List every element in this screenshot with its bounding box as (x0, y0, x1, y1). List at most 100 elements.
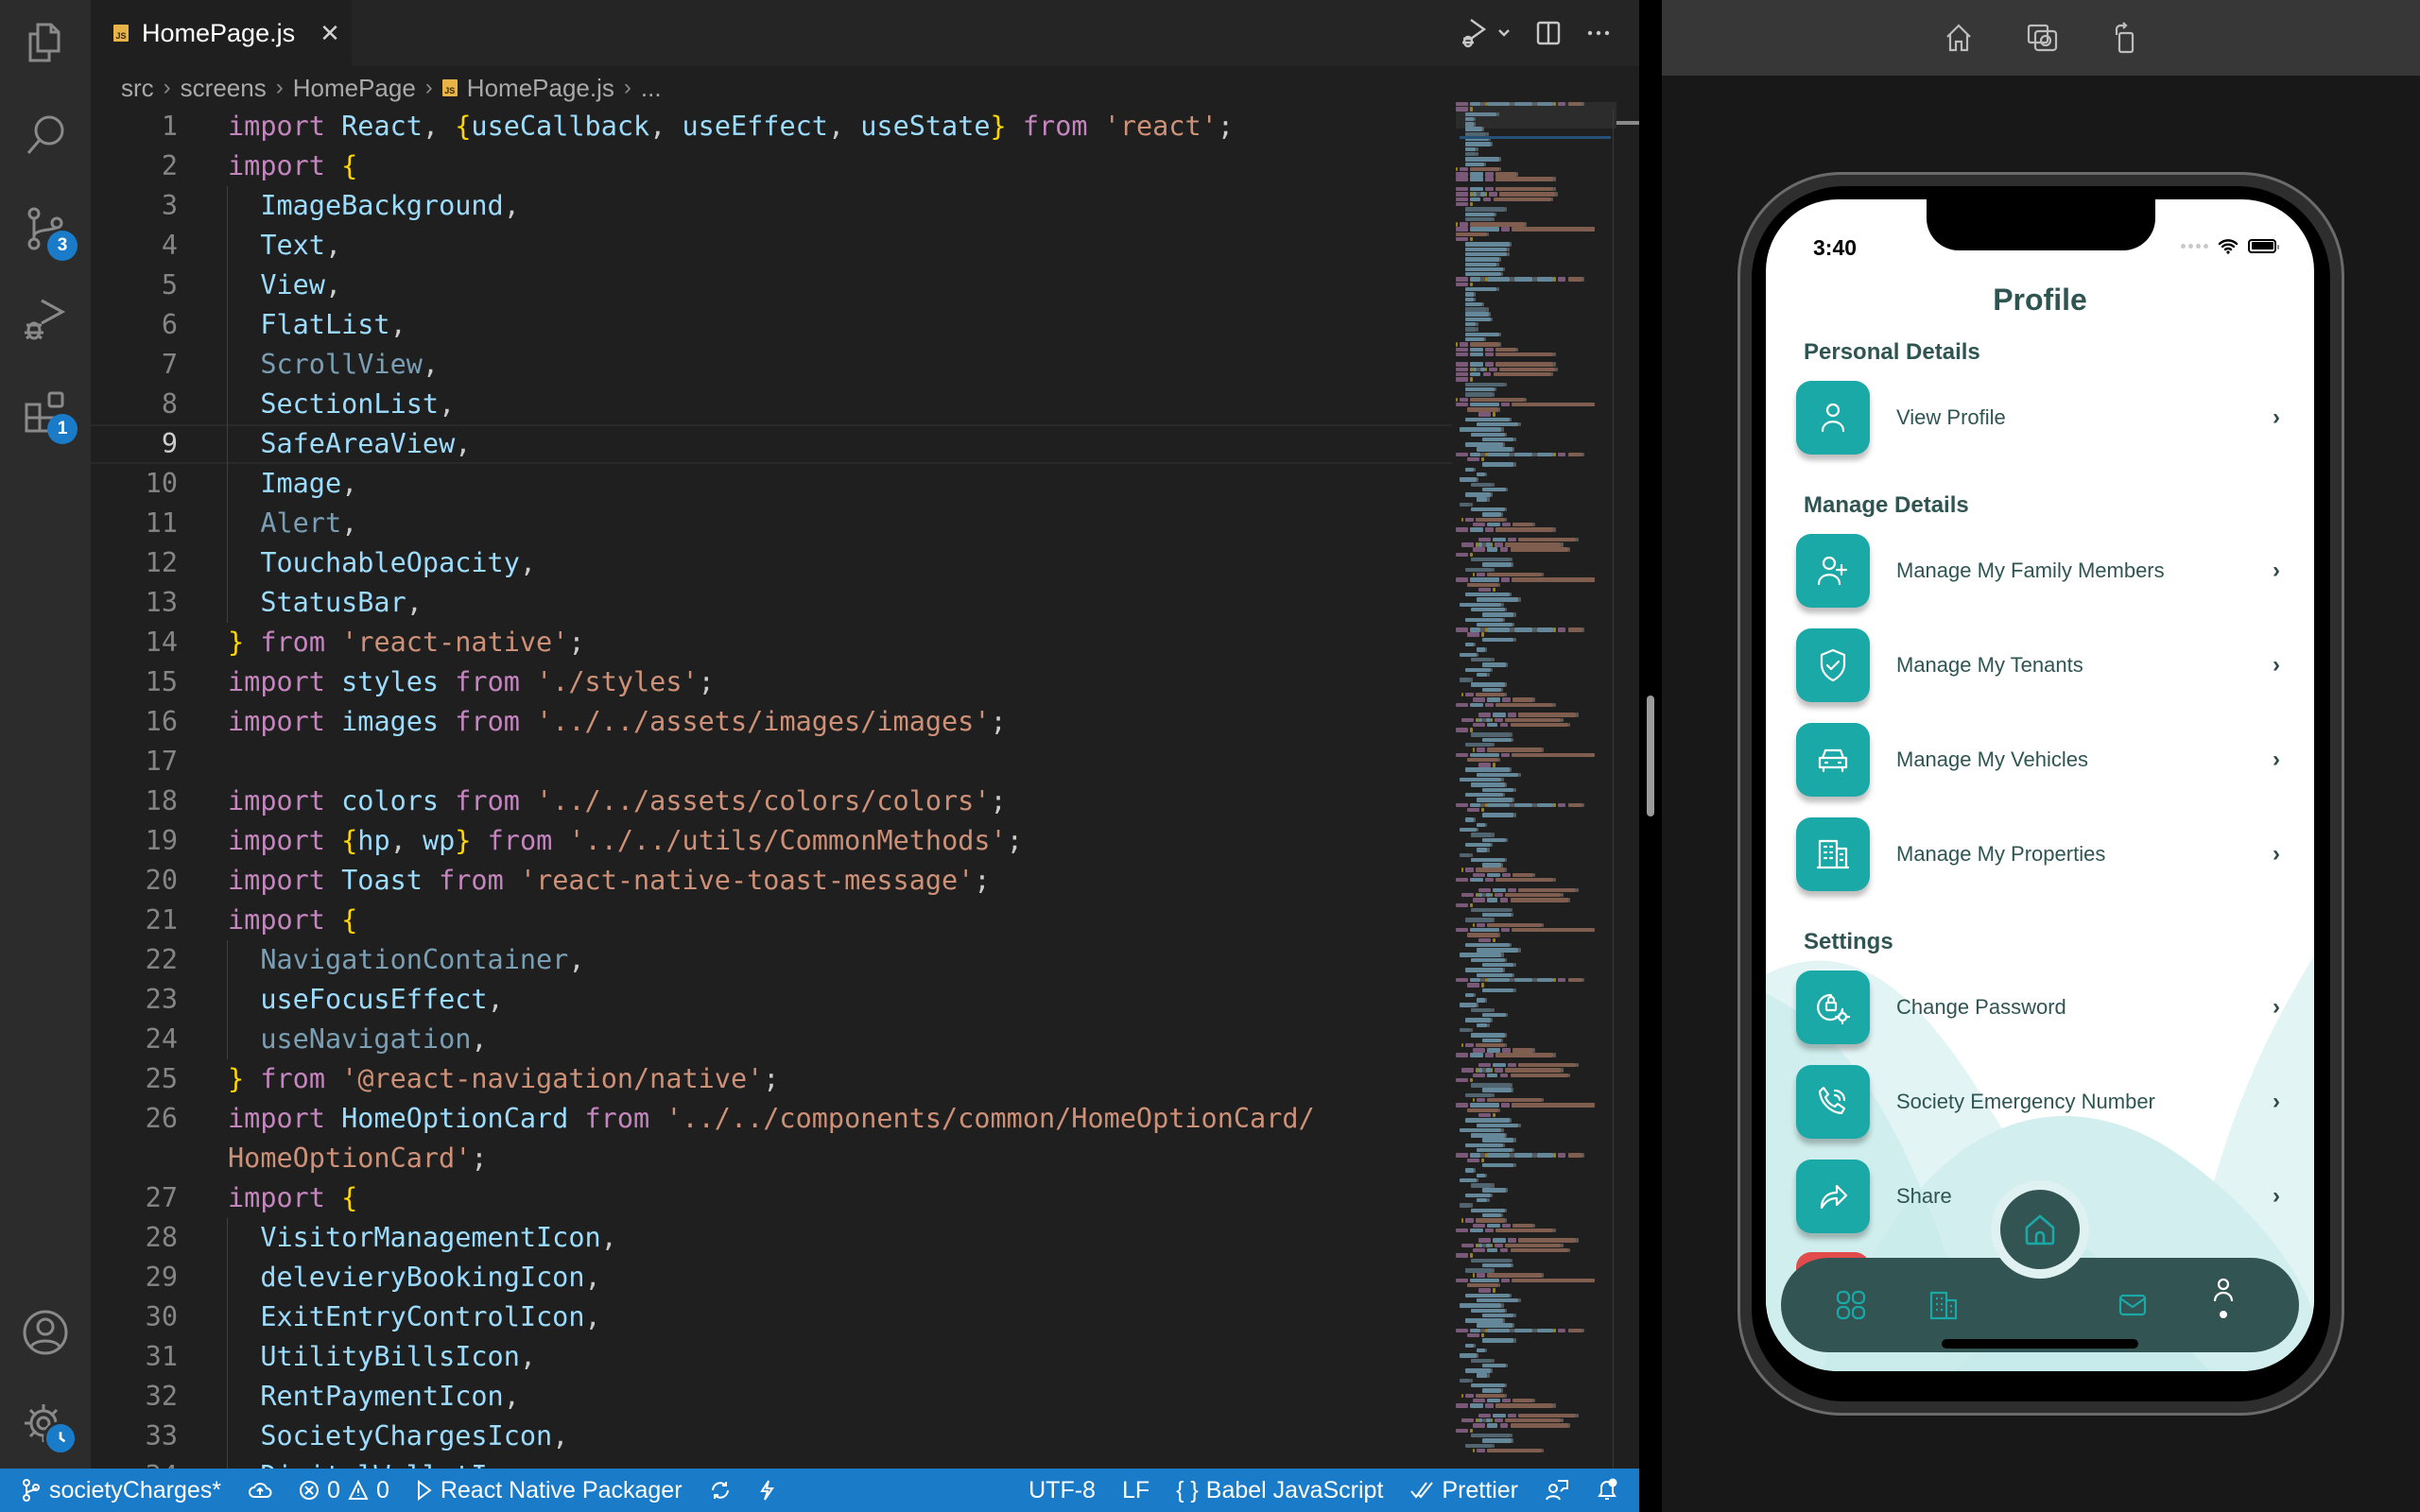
line-number[interactable]: 14 (91, 623, 178, 662)
code-editor[interactable]: 1 import React, {useCallback, useEffect, … (91, 107, 1452, 1469)
line-number[interactable]: 5 (91, 266, 178, 305)
screenshot-icon[interactable] (2026, 22, 2060, 54)
code-line[interactable]: 10 Image, (91, 464, 1452, 504)
code-line[interactable]: 6 FlatList, (91, 305, 1452, 345)
home-indicator[interactable] (1942, 1339, 2138, 1349)
line-number[interactable]: 25 (91, 1059, 178, 1099)
explorer-button[interactable] (17, 15, 74, 72)
code-line[interactable]: 3 ImageBackground, (91, 186, 1452, 226)
lightning-status[interactable] (745, 1469, 788, 1512)
language-status[interactable]: { } Babel JavaScript (1163, 1469, 1396, 1512)
breadcrumb-symbols[interactable]: ... (641, 74, 662, 103)
line-number[interactable]: 17 (91, 742, 178, 782)
line-number[interactable]: 22 (91, 940, 178, 980)
problems-status[interactable]: 0 0 (285, 1469, 403, 1512)
line-number[interactable]: 26 (91, 1099, 178, 1139)
code-line[interactable]: 33 SocietyChargesIcon, (91, 1417, 1452, 1456)
code-line[interactable]: 27 import { (91, 1178, 1452, 1218)
line-number[interactable]: 16 (91, 702, 178, 742)
line-number[interactable]: 29 (91, 1258, 178, 1297)
line-number[interactable]: 28 (91, 1218, 178, 1258)
line-number[interactable]: 19 (91, 821, 178, 861)
nav-properties[interactable] (1923, 1284, 1964, 1326)
code-line[interactable]: 7 ScrollView, (91, 345, 1452, 385)
manage-button[interactable] (17, 1395, 78, 1455)
notifications-status[interactable] (1582, 1469, 1639, 1512)
run-debug-dropdown[interactable] (1460, 17, 1511, 49)
line-number[interactable]: 33 (91, 1417, 178, 1456)
encoding-status[interactable]: UTF-8 (1015, 1469, 1109, 1512)
code-line[interactable]: 25} from '@react-navigation/native'; (91, 1059, 1452, 1099)
manage-family-members-row[interactable]: Manage My Family Members › (1796, 534, 2288, 608)
eol-status[interactable]: LF (1109, 1469, 1163, 1512)
code-line[interactable]: 29 delevieryBookingIcon, (91, 1258, 1452, 1297)
breadcrumb-homepage[interactable]: HomePage (293, 74, 416, 103)
code-line[interactable]: 13 StatusBar, (91, 583, 1452, 623)
code-line[interactable]: HomeOptionCard'; (91, 1139, 1452, 1178)
manage-properties-row[interactable]: Manage My Properties › (1796, 817, 2288, 891)
line-number[interactable]: 13 (91, 583, 178, 623)
code-line[interactable]: 17 (91, 742, 1452, 782)
code-line[interactable]: 4 Text, (91, 226, 1452, 266)
code-line[interactable]: 32 RentPaymentIcon, (91, 1377, 1452, 1417)
code-line[interactable]: 5 View, (91, 266, 1452, 305)
line-number[interactable]: 34 (91, 1456, 178, 1469)
home-icon[interactable] (1943, 22, 1975, 54)
code-line[interactable]: 8 SectionList, (91, 385, 1452, 424)
line-number[interactable]: 1 (91, 107, 178, 146)
split-handle[interactable] (1647, 696, 1654, 816)
line-number[interactable]: 10 (91, 464, 178, 504)
code-line[interactable]: 30 ExitEntryControlIcon, (91, 1297, 1452, 1337)
code-line[interactable]: 26 import HomeOptionCard from '../../comp… (91, 1099, 1452, 1139)
line-number[interactable]: 7 (91, 345, 178, 385)
code-line[interactable]: 1 import React, {useCallback, useEffect, … (91, 107, 1452, 146)
line-number[interactable]: 15 (91, 662, 178, 702)
line-number[interactable]: 21 (91, 901, 178, 940)
code-line[interactable]: 12 TouchableOpacity, (91, 543, 1452, 583)
code-line[interactable]: 11 Alert, (91, 504, 1452, 543)
tab-homepage-js[interactable]: JS HomePage.js ✕ (91, 0, 352, 66)
line-number[interactable]: 11 (91, 504, 178, 543)
nav-home[interactable] (2000, 1190, 2080, 1269)
code-line[interactable]: 2 import { (91, 146, 1452, 186)
line-number[interactable]: 2 (91, 146, 178, 186)
code-line[interactable]: 9 SafeAreaView, (91, 424, 1452, 464)
code-line[interactable]: 24 useNavigation, (91, 1020, 1452, 1059)
line-number[interactable]: 30 (91, 1297, 178, 1337)
code-line[interactable]: 20 import Toast from 'react-native-toast-… (91, 861, 1452, 901)
minimap[interactable] (1456, 102, 1607, 1469)
packager-status[interactable]: React Native Packager (403, 1469, 696, 1512)
line-number[interactable]: 31 (91, 1337, 178, 1377)
line-number[interactable]: 32 (91, 1377, 178, 1417)
line-number[interactable]: 4 (91, 226, 178, 266)
change-password-row[interactable]: Change Password › (1796, 971, 2288, 1044)
breadcrumb-src[interactable]: src (121, 74, 154, 103)
line-number[interactable]: 23 (91, 980, 178, 1020)
live-share-status[interactable] (1531, 1469, 1582, 1512)
society-emergency-number-row[interactable]: Society Emergency Number › (1796, 1065, 2288, 1139)
line-number[interactable]: 24 (91, 1020, 178, 1059)
source-control-button[interactable]: 3 (17, 200, 78, 261)
code-line[interactable]: 16 import images from '../../assets/image… (91, 702, 1452, 742)
code-line[interactable]: 28 VisitorManagementIcon, (91, 1218, 1452, 1258)
more-actions-icon[interactable] (1586, 21, 1611, 45)
code-line[interactable]: 15 import styles from './styles'; (91, 662, 1452, 702)
split-editor-icon[interactable] (1535, 20, 1562, 46)
refresh-status[interactable] (696, 1469, 745, 1512)
line-number[interactable]: 9 (91, 424, 178, 464)
line-number[interactable]: 6 (91, 305, 178, 345)
code-line[interactable]: 19 import {hp, wp} from '../../utils/Comm… (91, 821, 1452, 861)
code-line[interactable]: 34 DigitalWalletIcon, (91, 1456, 1452, 1469)
breadcrumb-screens[interactable]: screens (181, 74, 267, 103)
line-number[interactable]: 18 (91, 782, 178, 821)
formatter-status[interactable]: Prettier (1396, 1469, 1531, 1512)
code-line[interactable]: 21 import { (91, 901, 1452, 940)
sync-status[interactable] (234, 1469, 285, 1512)
minimap-slider[interactable] (1456, 102, 1616, 129)
accounts-button[interactable] (17, 1304, 74, 1361)
editor-scrollbar-thumb[interactable] (1616, 121, 1639, 125)
run-debug-button[interactable] (17, 291, 74, 348)
line-number[interactable]: 12 (91, 543, 178, 583)
close-tab-button[interactable]: ✕ (320, 19, 340, 48)
code-line[interactable]: 14} from 'react-native'; (91, 623, 1452, 662)
